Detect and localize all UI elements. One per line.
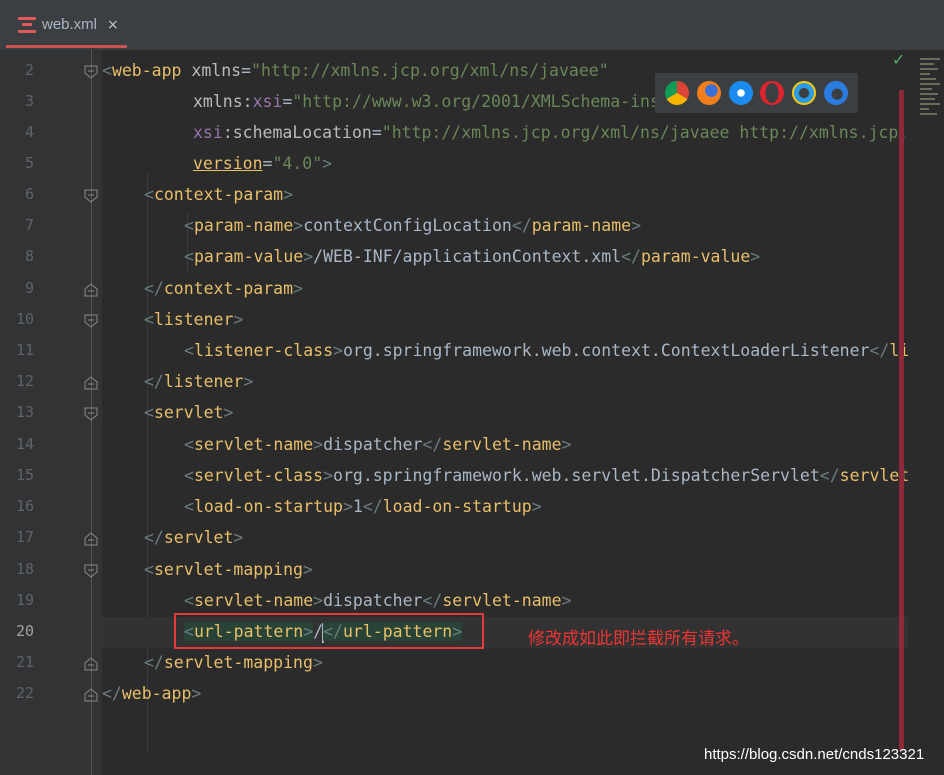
line-number: 2 — [24, 61, 34, 79]
editor-tab-bar: web.xml × — [0, 0, 944, 51]
xml-file-icon — [18, 16, 36, 33]
line-number: 18 — [15, 560, 34, 578]
fold-end-icon[interactable] — [84, 532, 98, 546]
line-number: 10 — [15, 310, 34, 328]
code-line: <load-on-startup>1</load-on-startup> — [184, 497, 542, 516]
line-number: 12 — [15, 372, 34, 390]
fold-end-icon[interactable] — [84, 376, 98, 390]
code-line: </servlet-mapping> — [144, 653, 323, 672]
line-number: 22 — [15, 684, 34, 702]
fold-end-icon[interactable] — [84, 657, 98, 671]
code-line: </servlet> — [144, 528, 244, 547]
edge-icon[interactable] — [824, 81, 849, 105]
code-line: <servlet> — [144, 403, 234, 422]
line-number: 14 — [15, 435, 34, 453]
code-editor[interactable]: <web-app xmlns="http://xmlns.jcp.org/xml… — [102, 50, 908, 775]
code-line: <servlet-class>org.springframework.web.s… — [184, 466, 908, 485]
line-number: 16 — [15, 497, 34, 515]
right-gutter — [908, 50, 944, 775]
code-line: <listener-class>org.springframework.web.… — [184, 341, 908, 360]
line-number: 20 — [15, 622, 34, 640]
code-line: <param-name>contextConfigLocation</param… — [184, 216, 641, 235]
line-number: 9 — [24, 279, 34, 297]
code-line: <context-param> — [144, 185, 294, 204]
line-number: 8 — [24, 247, 34, 265]
firefox-icon[interactable] — [696, 81, 721, 105]
chrome-icon[interactable] — [664, 81, 689, 105]
line-number: 19 — [15, 591, 34, 609]
code-line: <param-value>/WEB-INF/applicationContext… — [184, 247, 761, 266]
minimap[interactable] — [920, 58, 942, 148]
safari-icon[interactable] — [728, 81, 753, 105]
code-line: version="4.0"> — [193, 154, 333, 173]
tag-web-app: web-app — [111, 61, 182, 80]
line-number: 21 — [15, 653, 34, 671]
tab-label: web.xml — [42, 16, 98, 33]
code-line: </context-param> — [144, 279, 303, 298]
browser-preview-bar — [655, 73, 858, 113]
line-number: 6 — [24, 185, 34, 203]
code-line: <servlet-name>dispatcher</servlet-name> — [184, 435, 572, 454]
fold-collapse-icon[interactable] — [84, 65, 98, 79]
line-number: 7 — [24, 216, 34, 234]
watermark: https://blog.csdn.net/cnds123321 — [704, 746, 925, 763]
fold-collapse-icon[interactable] — [84, 564, 98, 578]
fold-collapse-icon[interactable] — [84, 314, 98, 328]
ie-icon[interactable] — [792, 81, 817, 105]
fold-end-icon[interactable] — [84, 688, 98, 702]
code-line: </web-app> — [102, 684, 202, 703]
error-stripe[interactable] — [899, 90, 904, 750]
line-number: 17 — [15, 528, 34, 546]
highlight-box — [174, 613, 484, 649]
close-icon[interactable]: × — [107, 17, 119, 33]
inspection-ok-icon[interactable]: ✓ — [892, 50, 905, 69]
line-number: 4 — [24, 123, 34, 141]
fold-collapse-icon[interactable] — [84, 407, 98, 421]
fold-end-icon[interactable] — [84, 283, 98, 297]
code-line: <listener> — [144, 310, 244, 329]
line-number: 11 — [15, 341, 34, 359]
line-number: 3 — [24, 92, 34, 110]
annotation-text: 修改成如此即拦截所有请求。 — [528, 629, 749, 649]
line-number: 15 — [15, 466, 34, 484]
line-number: 5 — [24, 154, 34, 172]
code-line: </listener> — [144, 372, 254, 391]
fold-collapse-icon[interactable] — [84, 189, 98, 203]
tab-web-xml[interactable]: web.xml × — [6, 4, 127, 48]
line-number: 13 — [15, 403, 34, 421]
opera-icon[interactable] — [760, 81, 785, 105]
code-line: <servlet-mapping> — [144, 560, 313, 579]
code-line: xsi:schemaLocation="http://xmlns.jcp.org… — [193, 123, 908, 142]
